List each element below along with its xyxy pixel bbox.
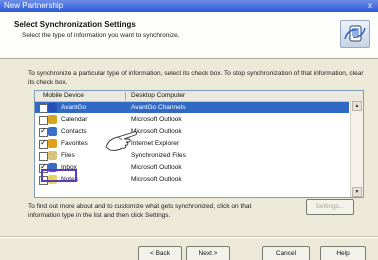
title-bar: New Partnership x xyxy=(0,0,378,12)
sync-checkbox[interactable] xyxy=(39,152,48,161)
column-mobile-device[interactable]: Mobile Device xyxy=(43,91,84,101)
scroll-up-arrow[interactable]: ▲ xyxy=(352,101,362,111)
desktop-app-label: Microsoft Outlook xyxy=(131,164,182,171)
avantgo-icon xyxy=(48,103,57,112)
instruction-text: To synchronize a particular type of info… xyxy=(28,70,364,86)
list-item[interactable]: Files Synchronized Files xyxy=(35,150,349,161)
contacts-icon xyxy=(48,127,57,136)
window-title: New Partnership xyxy=(4,1,64,10)
footer-help-text: To find out more about and to customize … xyxy=(28,203,252,219)
device-label: AvantGo xyxy=(61,104,87,111)
column-divider[interactable] xyxy=(125,92,126,100)
inbox-highlight-box xyxy=(41,169,77,182)
sync-checkbox[interactable] xyxy=(39,126,48,137)
desktop-app-label: Microsoft Outlook xyxy=(131,176,182,183)
settings-button[interactable]: Settings... xyxy=(306,199,354,215)
pointing-hand-icon xyxy=(105,131,138,151)
list-scrollbar[interactable]: ▲ ▼ xyxy=(350,101,363,197)
device-label: Contacts xyxy=(61,128,87,135)
desktop-app-label: AvantGo Channels xyxy=(131,104,186,111)
sync-checkbox[interactable] xyxy=(39,138,48,149)
files-icon xyxy=(48,151,57,160)
help-button[interactable]: Help xyxy=(320,246,366,260)
button-divider xyxy=(0,236,378,238)
new-partnership-dialog: New Partnership x Select Synchronization… xyxy=(0,0,378,260)
list-item[interactable]: InboxMicrosoft Outlook xyxy=(35,162,349,173)
device-label: Files xyxy=(61,152,75,159)
list-item[interactable]: ContactsMicrosoft Outlook xyxy=(35,126,349,137)
list-item[interactable]: AvantGo AvantGo Channels xyxy=(35,102,349,113)
calendar-icon xyxy=(48,115,57,124)
list-header: Mobile Device Desktop Computer xyxy=(35,91,363,102)
list-item[interactable]: FavoritesInternet Explorer xyxy=(35,138,349,149)
next-button[interactable]: Next > xyxy=(186,246,230,260)
page-title: Select Synchronization Settings xyxy=(14,20,136,29)
sync-checkbox[interactable] xyxy=(39,104,48,113)
device-label: Calendar xyxy=(61,116,88,123)
list-item[interactable]: Calendar Microsoft Outlook xyxy=(35,114,349,125)
sync-types-list[interactable]: Mobile Device Desktop Computer AvantGo Av… xyxy=(34,90,364,198)
sync-device-icon xyxy=(340,20,370,48)
page-subtitle: Select the type of information you want … xyxy=(22,32,180,39)
close-button[interactable]: x xyxy=(365,1,375,11)
back-button[interactable]: < Back xyxy=(138,246,182,260)
wizard-header: Select Synchronization Settings Select t… xyxy=(0,12,378,59)
cancel-button[interactable]: Cancel xyxy=(262,246,310,260)
sync-checkbox[interactable] xyxy=(39,116,48,125)
column-desktop-computer[interactable]: Desktop Computer xyxy=(131,91,185,101)
desktop-app-label: Microsoft Outlook xyxy=(131,116,182,123)
list-item[interactable]: Notes Microsoft Outlook xyxy=(35,174,349,185)
favorites-icon xyxy=(48,139,57,148)
device-label: Favorites xyxy=(61,140,88,147)
scroll-down-arrow[interactable]: ▼ xyxy=(352,187,362,197)
